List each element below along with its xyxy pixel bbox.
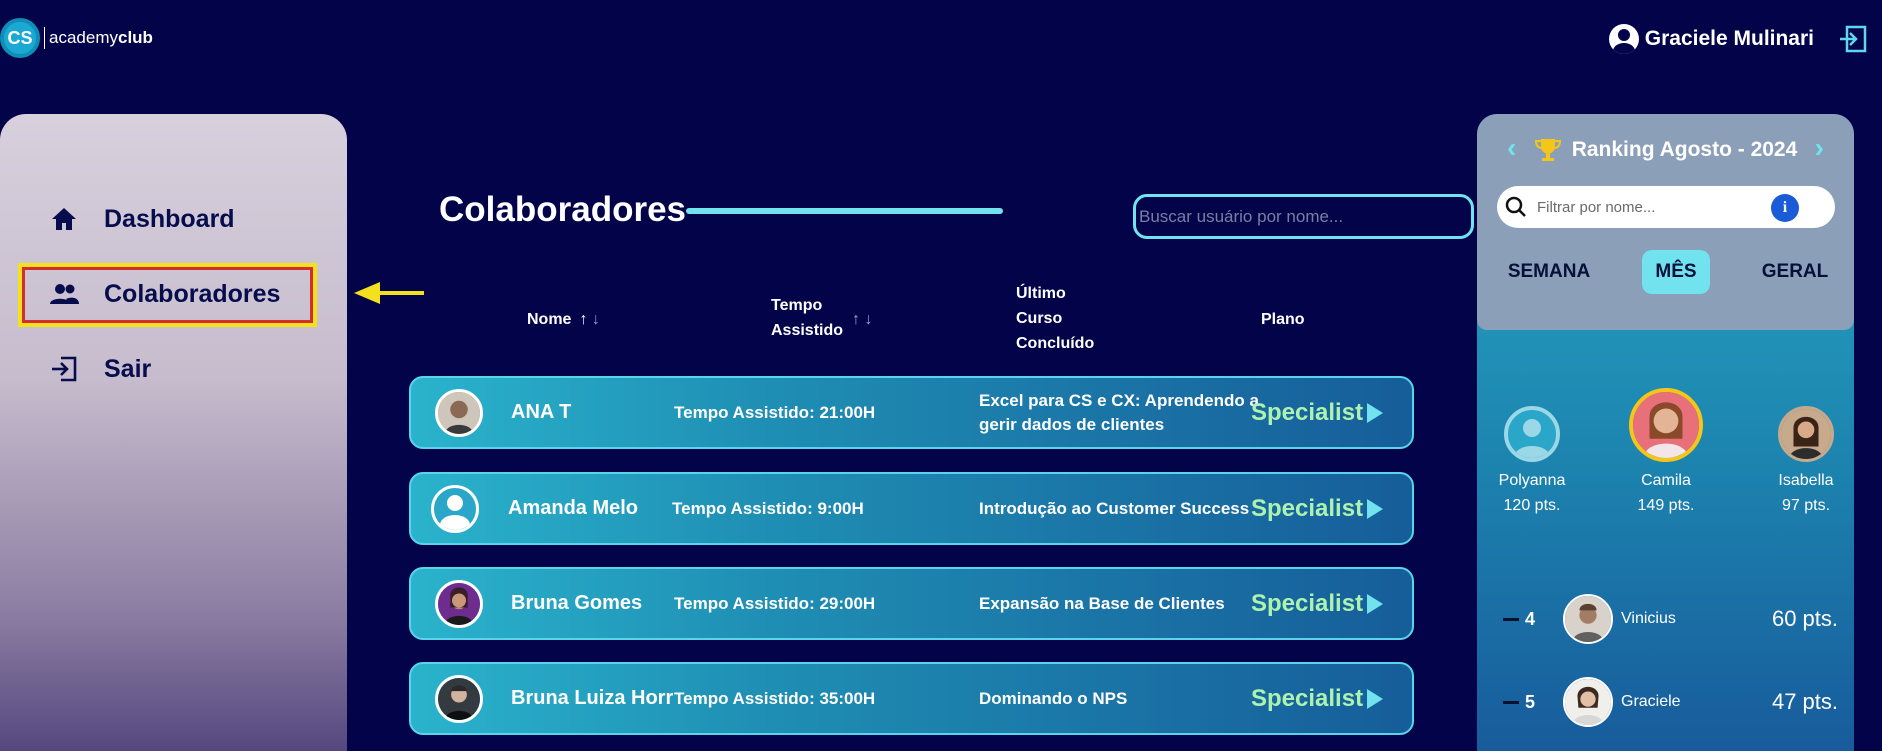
user-avatar-icon xyxy=(1608,24,1639,54)
tab-mes[interactable]: MÊS xyxy=(1642,250,1710,294)
ranking-name: Vinicius xyxy=(1621,610,1676,627)
row-plan: Specialist xyxy=(1251,684,1364,712)
ranking-list-item[interactable]: 4 Vinicius 60 pts. xyxy=(1503,593,1838,645)
play-icon[interactable] xyxy=(1367,402,1383,423)
podium-third[interactable]: Isabella 97 pts. xyxy=(1773,406,1839,518)
ranking-header: ‹ Ranking Agosto - 2024 › i SEMANA MÊS G… xyxy=(1477,114,1854,330)
sort-arrows-icon[interactable]: ↑ ↓ xyxy=(852,307,872,332)
table-row[interactable]: Bruna Gomes Tempo Assistido: 29:00H Expa… xyxy=(409,567,1414,640)
row-course: Expansão na Base de Clientes xyxy=(979,593,1225,613)
avatar xyxy=(1778,406,1834,462)
ranking-points: 60 pts. xyxy=(1771,606,1838,631)
column-header-plan: Plano xyxy=(1261,311,1305,328)
table-row[interactable]: ANA T Tempo Assistido: 21:00H Excel para… xyxy=(409,376,1414,449)
home-icon xyxy=(52,208,76,230)
ranking-position: 4 xyxy=(1503,609,1563,630)
row-name: Bruna Luiza Horr xyxy=(511,687,674,709)
title-underline xyxy=(686,208,1003,214)
avatar xyxy=(435,388,483,437)
info-icon[interactable]: i xyxy=(1771,194,1799,222)
avatar xyxy=(1629,388,1703,462)
logo-mark: CS xyxy=(0,18,40,58)
people-icon xyxy=(50,284,79,304)
row-plan: Specialist xyxy=(1251,589,1364,617)
podium-name: Polyanna xyxy=(1498,472,1566,489)
sidebar-item-sair[interactable]: Sair xyxy=(48,353,151,385)
avatar xyxy=(1563,594,1613,644)
ranking-name: Graciele xyxy=(1621,693,1681,710)
ranking-list-item[interactable]: 5 Graciele 47 pts. xyxy=(1503,676,1838,728)
podium-points: 149 pts. xyxy=(1637,497,1695,514)
row-name: Amanda Melo xyxy=(508,497,639,519)
ranking-title: Ranking Agosto - 2024 xyxy=(1477,136,1854,164)
table-row[interactable]: Bruna Luiza Horr Tempo Assistido: 35:00H… xyxy=(409,662,1414,735)
logo-text: academyclub xyxy=(49,28,153,47)
sidebar-item-label: Colaboradores xyxy=(104,279,281,308)
row-time: Tempo Assistido: 21:00H xyxy=(674,402,876,422)
column-header-name[interactable]: Nome ↑ ↓ xyxy=(527,307,600,332)
row-course: Introdução ao Customer Success xyxy=(979,498,1250,518)
logo-separator xyxy=(44,27,45,49)
row-time: Tempo Assistido: 35:00H xyxy=(674,688,876,708)
row-time: Tempo Assistido: 29:00H xyxy=(674,593,876,613)
user-profile[interactable]: Graciele Mulinari xyxy=(1608,24,1814,54)
ranking-points: 47 pts. xyxy=(1771,689,1838,714)
column-header-time[interactable]: Tempo Assistido xyxy=(771,293,843,343)
avatar xyxy=(1563,677,1613,727)
search-input[interactable] xyxy=(1133,194,1474,239)
row-time: Tempo Assistido: 9:00H xyxy=(672,498,864,518)
ranking-position: 5 xyxy=(1503,692,1563,713)
column-header-course: Último Curso Concluído xyxy=(1016,285,1095,352)
user-name: Graciele Mulinari xyxy=(1644,27,1814,50)
row-name: Bruna Gomes xyxy=(511,592,643,614)
sort-arrows-icon[interactable]: ↑ ↓ xyxy=(579,311,599,328)
play-icon[interactable] xyxy=(1367,498,1383,519)
row-plan: Specialist xyxy=(1251,494,1364,522)
row-plan: Specialist xyxy=(1251,398,1364,426)
sidebar-item-dashboard[interactable]: Dashboard xyxy=(48,203,235,235)
chevron-right-icon[interactable]: › xyxy=(1815,132,1824,164)
play-icon[interactable] xyxy=(1367,688,1383,709)
row-course: Dominando o NPS xyxy=(979,688,1128,708)
row-course: Excel para CS e CX: Aprendendo a gerir d… xyxy=(979,390,1259,434)
exit-icon xyxy=(52,356,77,382)
logout-icon[interactable] xyxy=(1838,24,1868,54)
podium-first[interactable]: Camila 149 pts. xyxy=(1629,388,1703,518)
tab-semana[interactable]: SEMANA xyxy=(1499,250,1599,294)
row-name: ANA T xyxy=(511,401,572,423)
podium-name: Camila xyxy=(1641,472,1691,489)
search-icon xyxy=(1505,196,1526,217)
avatar xyxy=(431,484,479,533)
pointer-arrow-icon xyxy=(354,282,424,304)
avatar xyxy=(1504,406,1560,462)
podium-points: 120 pts. xyxy=(1503,497,1561,514)
tab-geral[interactable]: GERAL xyxy=(1757,250,1833,294)
play-icon[interactable] xyxy=(1367,593,1383,614)
app-logo[interactable]: CS academyclub xyxy=(0,18,153,58)
ranking-filter: i xyxy=(1497,186,1835,228)
avatar xyxy=(435,579,483,628)
trophy-icon xyxy=(1534,139,1561,161)
ranking-filter-input[interactable] xyxy=(1537,198,1757,216)
avatar xyxy=(435,674,483,723)
sidebar-item-label: Dashboard xyxy=(104,204,235,233)
sidebar-item-colaboradores[interactable]: Colaboradores xyxy=(48,278,280,310)
podium-points: 97 pts. xyxy=(1781,497,1831,514)
podium-second[interactable]: Polyanna 120 pts. xyxy=(1497,406,1567,518)
table-row[interactable]: Amanda Melo Tempo Assistido: 9:00H Intro… xyxy=(409,472,1414,545)
page-title: Colaboradores xyxy=(439,190,686,229)
ranking-panel: ‹ Ranking Agosto - 2024 › i SEMANA MÊS G… xyxy=(1477,114,1854,751)
sidebar-item-label: Sair xyxy=(104,354,152,383)
podium-name: Isabella xyxy=(1778,472,1834,489)
